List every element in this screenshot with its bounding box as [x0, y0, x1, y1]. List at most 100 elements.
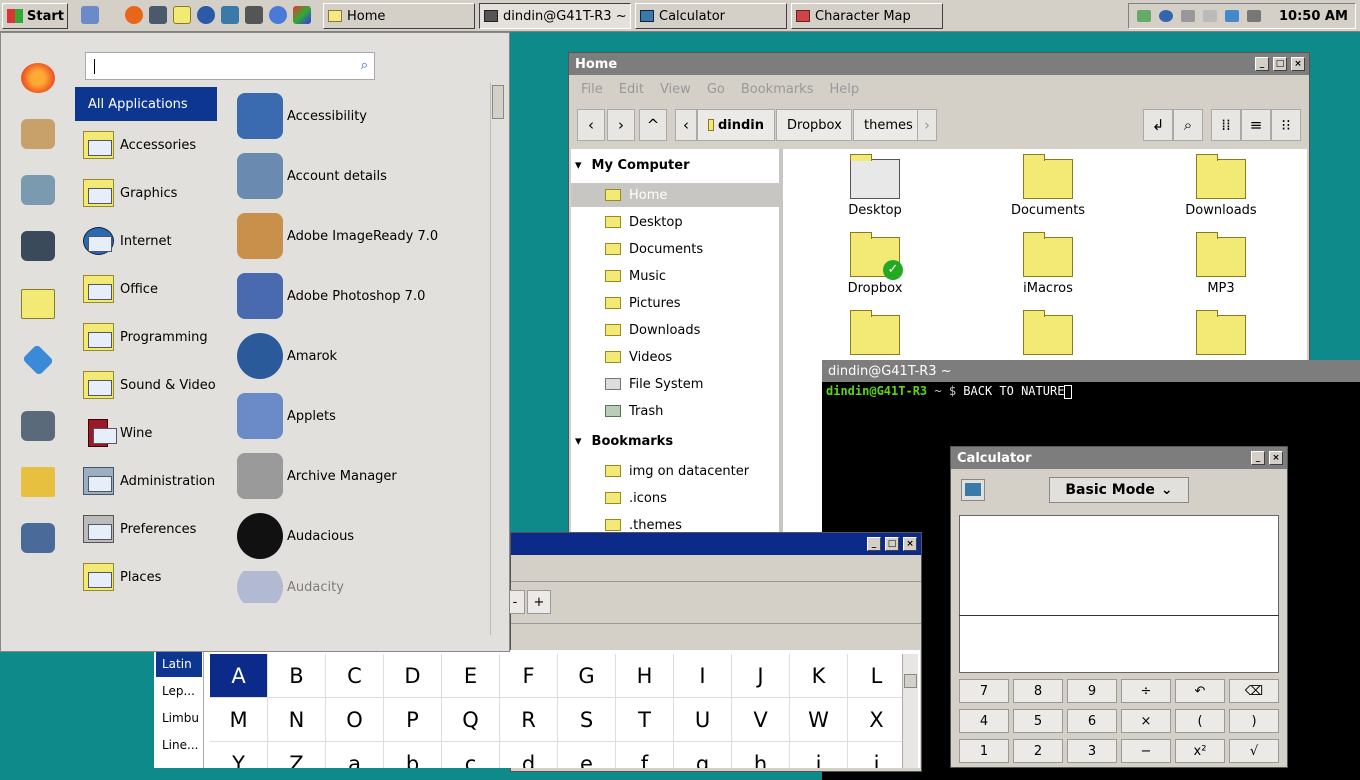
launcher-icon[interactable] — [81, 6, 99, 24]
file-item-desktop[interactable]: Desktop — [815, 154, 935, 231]
sidebar-item-pictures[interactable]: Pictures — [603, 291, 779, 315]
character-cell[interactable]: d — [500, 742, 558, 768]
task-calculator[interactable]: Calculator — [635, 3, 787, 29]
app-audacious[interactable]: Audacious — [237, 511, 477, 561]
firefox-icon[interactable] — [21, 63, 55, 93]
character-cell[interactable]: R — [500, 698, 558, 742]
calc-key[interactable]: − — [1121, 739, 1171, 763]
cube-icon[interactable] — [293, 6, 311, 24]
character-cell[interactable]: A — [210, 654, 268, 698]
forward-button[interactable]: › — [607, 109, 635, 141]
sidebar-item-desktop[interactable]: Desktop — [603, 210, 779, 234]
close-button[interactable]: × — [903, 537, 917, 551]
calc-key[interactable]: x² — [1175, 739, 1225, 763]
character-cell[interactable]: V — [732, 698, 790, 742]
character-cell[interactable]: g — [674, 742, 732, 768]
menu-scrollbar[interactable] — [490, 83, 504, 635]
character-cell[interactable]: U — [674, 698, 732, 742]
sidebar-item-img-on-datacenter[interactable]: img on datacenter — [603, 459, 779, 483]
character-cell[interactable]: X — [848, 698, 906, 742]
category-places[interactable]: Places — [83, 562, 223, 592]
calculator-menu-button[interactable] — [961, 479, 985, 501]
task-terminal[interactable]: dindin@G41T-R3 ~ — [479, 3, 631, 29]
battery-tray-icon[interactable] — [1203, 10, 1217, 22]
calc-key[interactable]: √ — [1229, 739, 1279, 763]
character-cell[interactable]: I — [674, 654, 732, 698]
sidebar-item-videos[interactable]: Videos — [603, 345, 779, 369]
category-sound-video[interactable]: Sound & Video — [83, 370, 223, 400]
script-item[interactable]: Line... — [156, 731, 202, 758]
camera-icon[interactable] — [245, 6, 263, 24]
app-accessibility[interactable]: Accessibility — [237, 91, 477, 141]
browser-icon[interactable] — [197, 6, 215, 24]
compact-view-button[interactable]: ⁝⁝ — [1271, 109, 1301, 141]
sidebar-item-music[interactable]: Music — [603, 264, 779, 288]
network-icon[interactable] — [269, 6, 287, 24]
character-cell[interactable]: P — [384, 698, 442, 742]
drive-tray-icon[interactable] — [1181, 10, 1195, 22]
app-audacity[interactable]: Audacity — [237, 571, 477, 603]
bluetooth-tray-icon[interactable] — [1225, 10, 1239, 22]
clock[interactable]: 10:50 AM — [1279, 9, 1348, 24]
breadcrumb-right-button[interactable]: › — [917, 109, 937, 141]
shutdown-computer-icon[interactable] — [21, 523, 55, 553]
sidebar-item-icons[interactable]: .icons — [603, 486, 779, 510]
character-cell[interactable]: M — [210, 698, 268, 742]
breadcrumb-dropbox[interactable]: Dropbox — [776, 109, 852, 141]
app-adobe-imageready[interactable]: Adobe ImageReady 7.0 — [237, 211, 477, 261]
close-button[interactable]: × — [1269, 451, 1283, 465]
calc-key[interactable]: 3 — [1067, 739, 1117, 763]
character-cell[interactable]: O — [326, 698, 384, 742]
calculator-display[interactable] — [959, 515, 1279, 673]
minimize-button[interactable]: _ — [867, 537, 881, 551]
close-button[interactable]: × — [1291, 57, 1305, 71]
network-tray-icon[interactable] — [1137, 10, 1151, 22]
menu-help[interactable]: Help — [829, 82, 859, 97]
sidebar-section-bookmarks[interactable]: ▾ Bookmarks — [575, 429, 673, 453]
up-button[interactable]: ^ — [639, 109, 667, 141]
calc-key[interactable]: 7 — [959, 679, 1009, 703]
character-cell[interactable]: B — [268, 654, 326, 698]
start-button[interactable]: Start — [2, 3, 68, 29]
maximize-button[interactable]: □ — [885, 537, 899, 551]
character-cell[interactable]: Q — [442, 698, 500, 742]
sidebar-section-my-computer[interactable]: ▾ My Computer — [575, 153, 690, 177]
category-administration[interactable]: Administration — [83, 466, 223, 496]
category-graphics[interactable]: Graphics — [83, 178, 223, 208]
category-programming[interactable]: Programming — [83, 322, 223, 352]
file-item-downloads[interactable]: Downloads — [1161, 154, 1281, 231]
calculator-titlebar[interactable]: Calculator _ × — [951, 447, 1287, 469]
category-preferences[interactable]: Preferences — [83, 514, 223, 544]
menu-go[interactable]: Go — [707, 82, 725, 97]
breadcrumb-left-button[interactable]: ‹ — [675, 109, 697, 141]
logout-key-icon[interactable] — [21, 467, 55, 497]
file-manager-titlebar[interactable]: Home _ □ × — [569, 53, 1309, 75]
zoom-in-button[interactable]: + — [527, 590, 551, 614]
sidebar-item-downloads[interactable]: Downloads — [603, 318, 779, 342]
search-button[interactable]: ⌕ — [1173, 109, 1203, 141]
character-cell[interactable]: N — [268, 698, 326, 742]
search-icon[interactable]: ⌕ — [361, 58, 368, 73]
character-cell[interactable]: T — [616, 698, 674, 742]
minimize-button[interactable]: _ — [1255, 57, 1269, 71]
task-character-map[interactable]: Character Map — [791, 3, 943, 29]
tools-icon[interactable] — [21, 175, 55, 205]
shield-tray-icon[interactable] — [1159, 10, 1173, 22]
character-cell[interactable]: Z — [268, 742, 326, 768]
category-office[interactable]: Office — [83, 274, 223, 304]
script-item-limbu[interactable]: Limbu — [156, 704, 202, 731]
category-internet[interactable]: Internet — [83, 226, 223, 256]
terminal-titlebar[interactable]: dindin@G41T-R3 ~ — [822, 360, 1360, 382]
calc-key[interactable]: 9 — [1067, 679, 1117, 703]
character-cell[interactable]: b — [384, 742, 442, 768]
icon-view-button[interactable]: ⁞⁞ — [1211, 109, 1241, 141]
character-cell[interactable]: c — [442, 742, 500, 768]
app-amarok[interactable]: Amarok — [237, 331, 477, 381]
dropbox-icon[interactable] — [22, 344, 54, 376]
menu-edit[interactable]: Edit — [619, 82, 644, 97]
firefox-icon[interactable] — [125, 6, 143, 24]
character-cell[interactable]: C — [326, 654, 384, 698]
calc-key[interactable]: 5 — [1013, 709, 1063, 733]
folder-icon[interactable] — [173, 6, 191, 24]
mode-selector[interactable]: Basic Mode ⌄ — [1049, 477, 1189, 503]
